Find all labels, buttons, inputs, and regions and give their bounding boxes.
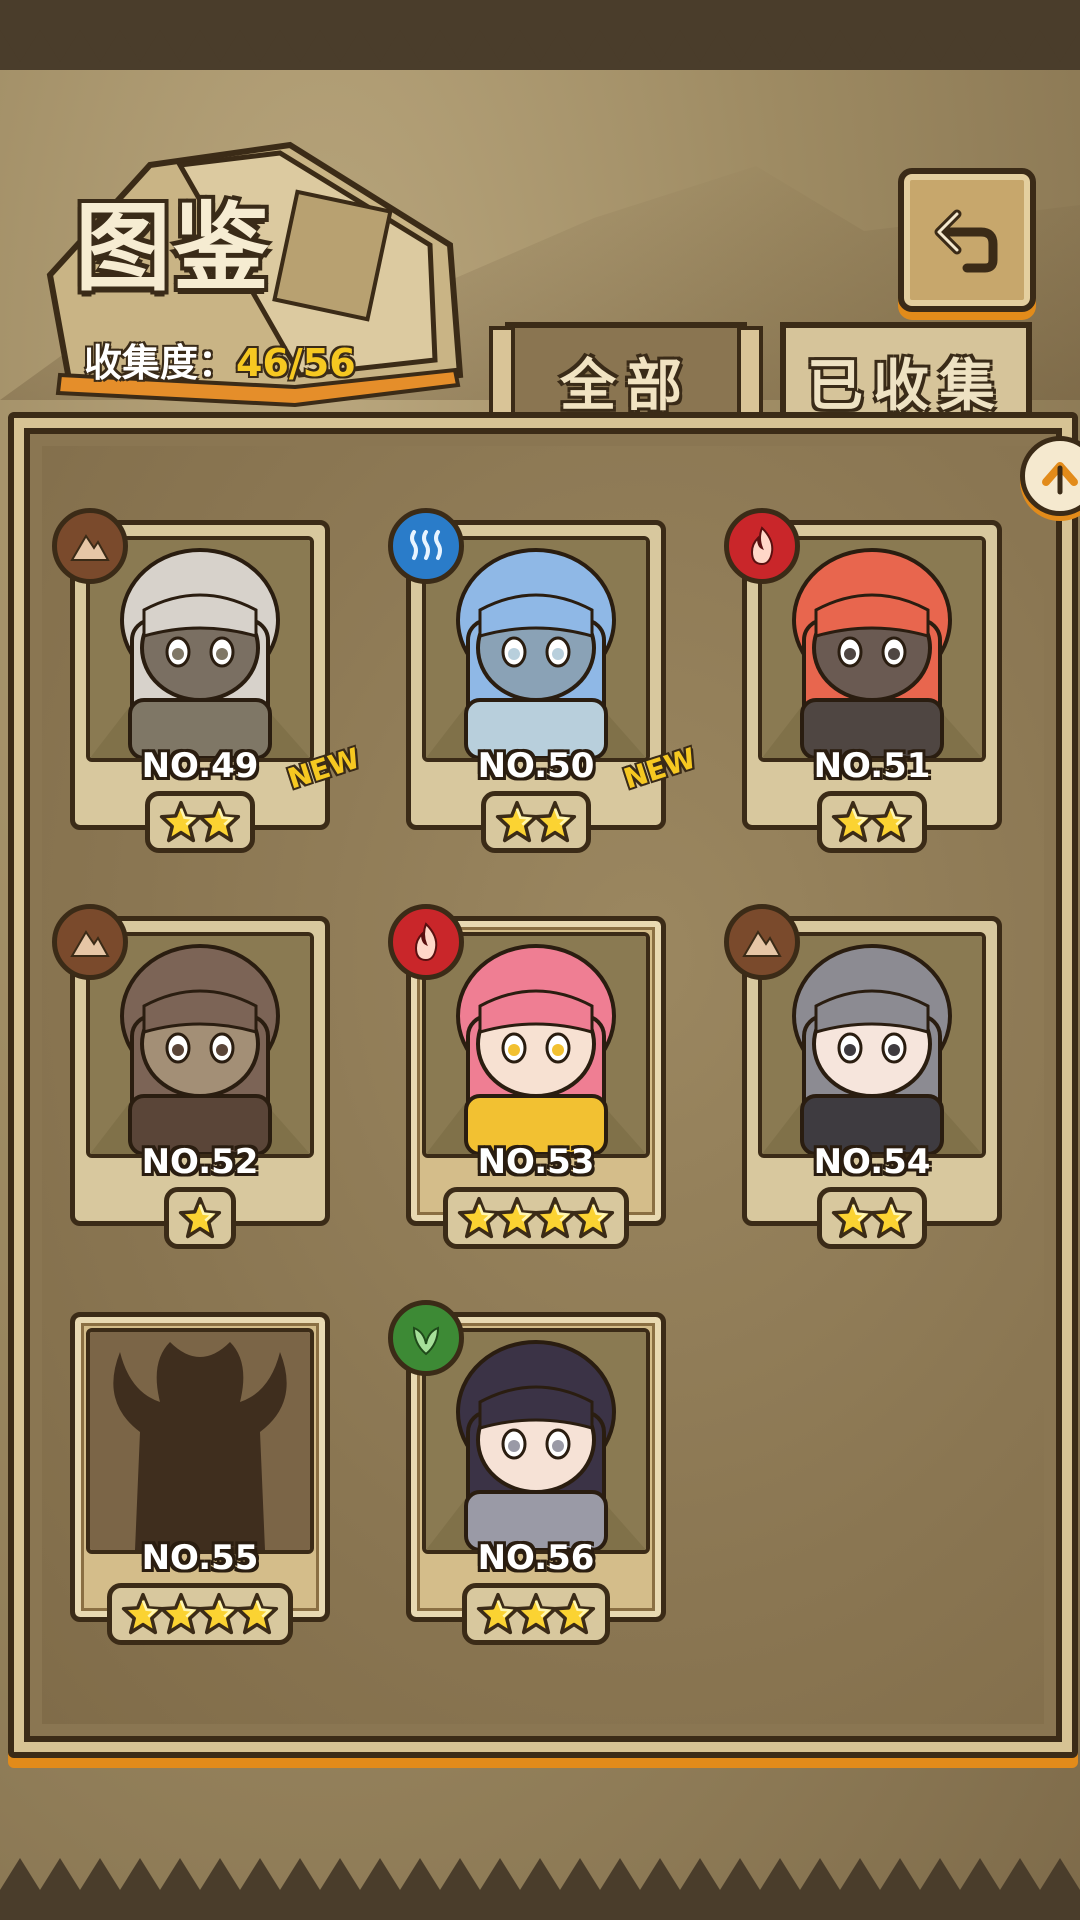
- monster-card[interactable]: NO.52: [52, 904, 342, 1249]
- star-rating: [58, 1583, 342, 1645]
- earth-element-badge: [724, 904, 800, 980]
- star-icon: [178, 1196, 222, 1239]
- fire-element-badge: [724, 508, 800, 584]
- card-portrait: [86, 932, 314, 1158]
- card-portrait: [422, 932, 650, 1158]
- card-number: NO.55: [141, 1538, 259, 1578]
- character-portrait: [426, 1332, 646, 1550]
- star-rating: [394, 791, 678, 853]
- monster-card[interactable]: NO.56: [388, 1300, 678, 1645]
- star-rating: [58, 1187, 342, 1249]
- silhouette-portrait: [90, 1332, 310, 1550]
- monster-card[interactable]: NO.50 NEW: [388, 508, 699, 853]
- card-portrait: [422, 1328, 650, 1554]
- star-icon: [533, 800, 577, 843]
- character-portrait: [90, 936, 310, 1154]
- chevron-up-icon: [1042, 462, 1078, 495]
- card-number: NO.51: [813, 746, 931, 786]
- character-portrait: [762, 936, 982, 1154]
- collection-value: 46/56: [236, 341, 356, 385]
- top-border: [0, 0, 1080, 70]
- star-icon: [571, 1196, 615, 1239]
- character-portrait: [426, 540, 646, 758]
- card-number: NO.56: [477, 1538, 595, 1578]
- bottom-border: [0, 1850, 1080, 1920]
- star-rating: [394, 1583, 678, 1645]
- card-portrait: [86, 1328, 314, 1554]
- character-portrait: [426, 936, 646, 1154]
- flame-icon: [414, 922, 438, 962]
- star-tray: [443, 1187, 629, 1249]
- star-tray: [481, 791, 591, 853]
- return-arrow-icon: [934, 209, 998, 273]
- mountain-icon: [70, 534, 110, 561]
- monster-card[interactable]: NO.54: [724, 904, 1014, 1249]
- monster-card[interactable]: NO.55: [58, 1312, 342, 1645]
- leaf-icon: [412, 1326, 440, 1356]
- earth-element-badge: [52, 904, 128, 980]
- card-number: NO.53: [477, 1142, 595, 1182]
- monster-card[interactable]: NO.51: [724, 508, 1014, 853]
- star-rating: [730, 1187, 1014, 1249]
- star-rating: [730, 791, 1014, 853]
- star-tray: [817, 1187, 927, 1249]
- card-number: NO.52: [141, 1142, 259, 1182]
- star-icon: [235, 1592, 279, 1635]
- mountain-icon: [742, 930, 782, 957]
- star-tray: [145, 791, 255, 853]
- card-portrait: [758, 536, 986, 762]
- star-tray: [817, 791, 927, 853]
- back-button[interactable]: [898, 168, 1036, 312]
- collection-progress: 收集度：46/56: [84, 332, 356, 387]
- grass-element-badge: [388, 1300, 464, 1376]
- star-rating: [394, 1187, 678, 1249]
- card-portrait: [86, 536, 314, 762]
- star-tray: [107, 1583, 293, 1645]
- star-tray: [164, 1187, 236, 1249]
- earth-element-badge: [52, 508, 128, 584]
- monster-card[interactable]: NO.49 NEW: [52, 508, 363, 853]
- page-title: 图鉴: [75, 191, 271, 304]
- character-portrait: [90, 540, 310, 758]
- mountain-icon: [70, 930, 110, 957]
- card-portrait: [758, 932, 986, 1158]
- star-icon: [869, 800, 913, 843]
- card-number: NO.54: [813, 1142, 931, 1182]
- character-portrait: [762, 540, 982, 758]
- card-portrait: [422, 536, 650, 762]
- fire-element-badge: [388, 904, 464, 980]
- water-element-badge: [388, 508, 464, 584]
- star-icon: [869, 1196, 913, 1239]
- collection-label: 收集度：: [84, 341, 237, 385]
- star-tray: [462, 1583, 610, 1645]
- star-rating: [58, 791, 342, 853]
- flame-icon: [750, 526, 774, 566]
- star-icon: [552, 1592, 596, 1635]
- star-icon: [197, 800, 241, 843]
- wave-icon: [410, 530, 442, 560]
- monster-card[interactable]: NO.53: [388, 904, 678, 1249]
